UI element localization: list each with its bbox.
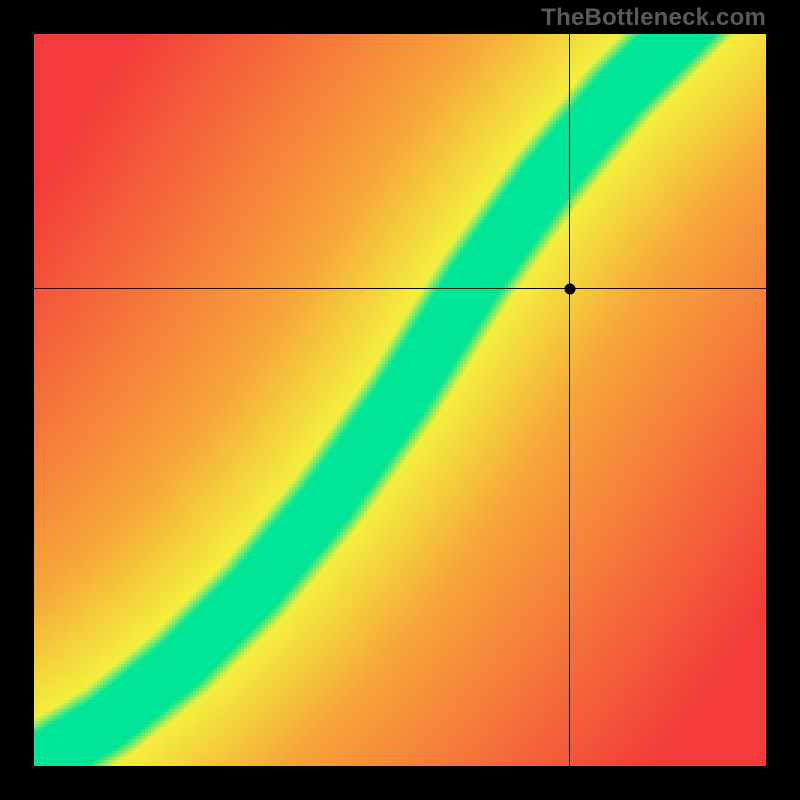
watermark-text: TheBottleneck.com <box>541 4 766 32</box>
chart-frame: TheBottleneck.com <box>0 0 800 800</box>
selection-marker <box>564 283 575 294</box>
heatmap-plot <box>34 34 766 766</box>
crosshair-horizontal <box>34 288 766 289</box>
heatmap-canvas <box>34 34 766 766</box>
crosshair-vertical <box>569 34 570 766</box>
